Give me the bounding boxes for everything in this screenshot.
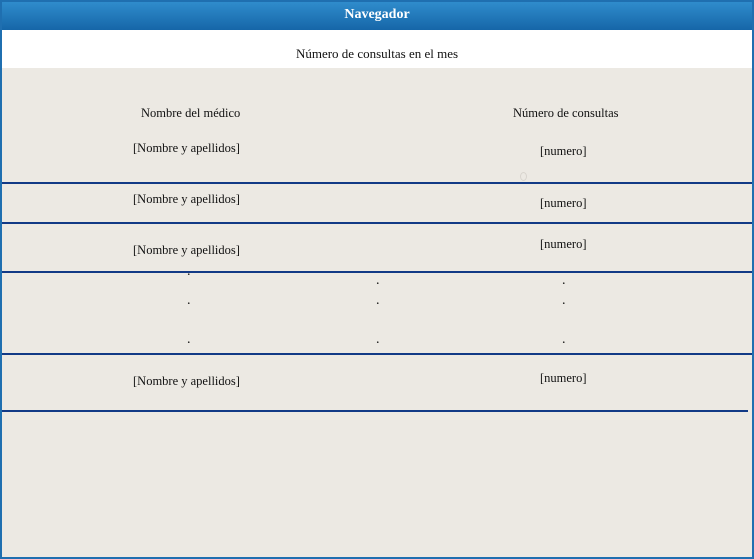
- ellipsis-dot: .: [562, 293, 566, 308]
- row-4-consult-count: [numero]: [540, 371, 587, 385]
- window-title-bar: Navegador: [2, 2, 752, 30]
- row-2-consult-count: [numero]: [540, 196, 587, 210]
- column-header-count: Número de consultas: [513, 106, 619, 120]
- ellipsis-dot: .: [187, 264, 191, 279]
- ellipsis-dot: .: [376, 273, 380, 288]
- ellipsis-dot: .: [562, 273, 566, 288]
- browser-window: Navegador Número de consultas en el mes …: [0, 0, 754, 559]
- ellipsis-dot: .: [376, 293, 380, 308]
- row-1-doctor-name: [Nombre y apellidos]: [133, 141, 240, 155]
- row-1-consult-count: [numero]: [540, 144, 587, 158]
- ellipsis-dot: .: [187, 293, 191, 308]
- row-divider: [2, 353, 752, 355]
- ellipsis-dot: .: [562, 332, 566, 347]
- row-divider: [2, 182, 752, 184]
- ellipsis-dot: .: [376, 332, 380, 347]
- ellipsis-dot: .: [187, 332, 191, 347]
- column-header-doctor: Nombre del médico: [141, 106, 241, 120]
- faint-mark-icon: [520, 172, 527, 181]
- row-divider: [2, 222, 752, 224]
- row-divider: [2, 410, 748, 412]
- window-title: Navegador: [344, 7, 410, 22]
- row-3-doctor-name: [Nombre y apellidos]: [133, 243, 240, 257]
- row-3-consult-count: [numero]: [540, 237, 587, 251]
- row-4-doctor-name: [Nombre y apellidos]: [133, 374, 240, 388]
- row-2-doctor-name: [Nombre y apellidos]: [133, 192, 240, 206]
- report-subtitle: Número de consultas en el mes: [2, 30, 752, 68]
